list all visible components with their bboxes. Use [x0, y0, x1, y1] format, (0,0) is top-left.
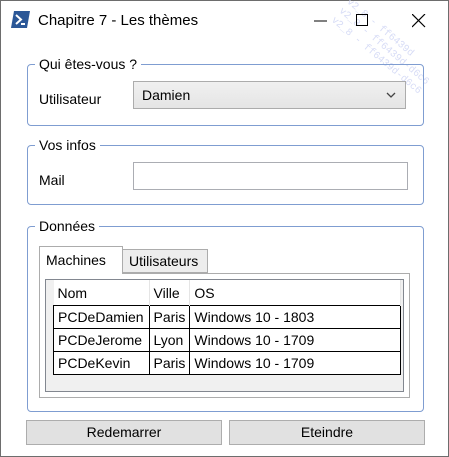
minimize-icon	[314, 20, 327, 22]
table-row[interactable]: PCDeDamien Paris Windows 10 - 1803	[53, 305, 402, 329]
title-bar[interactable]: Chapitre 7 - Les thèmes v2_8 - ff6439d v…	[1, 0, 448, 97]
app-window: Chapitre 7 - Les thèmes v2_8 - ff6439d v…	[0, 0, 449, 457]
cell-nom[interactable]: PCDeDamien	[53, 305, 150, 329]
cell-ville[interactable]: Paris	[148, 351, 191, 375]
tab-utilisateurs[interactable]: Utilisateurs	[122, 249, 208, 273]
maximize-button[interactable]	[341, 1, 385, 41]
cell-os[interactable]: Windows 10 - 1803	[189, 305, 402, 329]
user-label: Utilisateur	[39, 91, 102, 107]
close-button[interactable]	[397, 1, 441, 41]
restart-button[interactable]: Redemarrer	[26, 420, 222, 445]
identity-legend: Qui êtes-vous ?	[35, 54, 142, 74]
window-title: Chapitre 7 - Les thèmes	[38, 12, 199, 29]
user-combobox-value: Damien	[142, 87, 191, 103]
mail-field[interactable]	[133, 162, 408, 190]
maximize-icon	[356, 14, 368, 26]
info-group: Vos infos Mail	[27, 135, 424, 205]
shutdown-button[interactable]: Eteindre	[229, 420, 425, 445]
machines-datagrid[interactable]: Nom Ville OS PCDeDamien Paris Windows 10…	[45, 279, 404, 392]
chevron-down-icon	[386, 92, 396, 98]
powershell-icon	[11, 11, 30, 28]
cell-os[interactable]: Windows 10 - 1709	[189, 351, 402, 375]
cell-os[interactable]: Windows 10 - 1709	[189, 328, 402, 352]
close-icon	[412, 14, 426, 28]
column-header-ville[interactable]: Ville	[149, 280, 191, 306]
cell-nom[interactable]: PCDeKevin	[53, 351, 150, 375]
data-group: Données Machines Utilisateurs Nom Ville …	[27, 216, 424, 412]
mail-label: Mail	[39, 172, 65, 188]
column-header-nom[interactable]: Nom	[53, 280, 150, 306]
column-header-os[interactable]: OS	[189, 280, 402, 306]
cell-ville[interactable]: Paris	[148, 305, 191, 329]
user-combobox[interactable]: Damien	[133, 81, 406, 109]
table-row[interactable]: PCDeJerome Lyon Windows 10 - 1709	[53, 328, 402, 352]
cell-ville[interactable]: Lyon	[148, 328, 191, 352]
data-legend: Données	[35, 216, 100, 236]
info-legend: Vos infos	[35, 135, 100, 155]
table-row[interactable]: PCDeKevin Paris Windows 10 - 1709	[53, 351, 402, 375]
machines-tab-panel: Nom Ville OS PCDeDamien Paris Windows 10…	[39, 273, 410, 398]
cell-nom[interactable]: PCDeJerome	[53, 328, 150, 352]
tab-machines[interactable]: Machines	[39, 246, 123, 274]
identity-group: Qui êtes-vous ? Utilisateur Damien	[27, 54, 424, 126]
minimize-button[interactable]	[299, 1, 343, 41]
grid-header-row: Nom Ville OS	[53, 280, 402, 306]
